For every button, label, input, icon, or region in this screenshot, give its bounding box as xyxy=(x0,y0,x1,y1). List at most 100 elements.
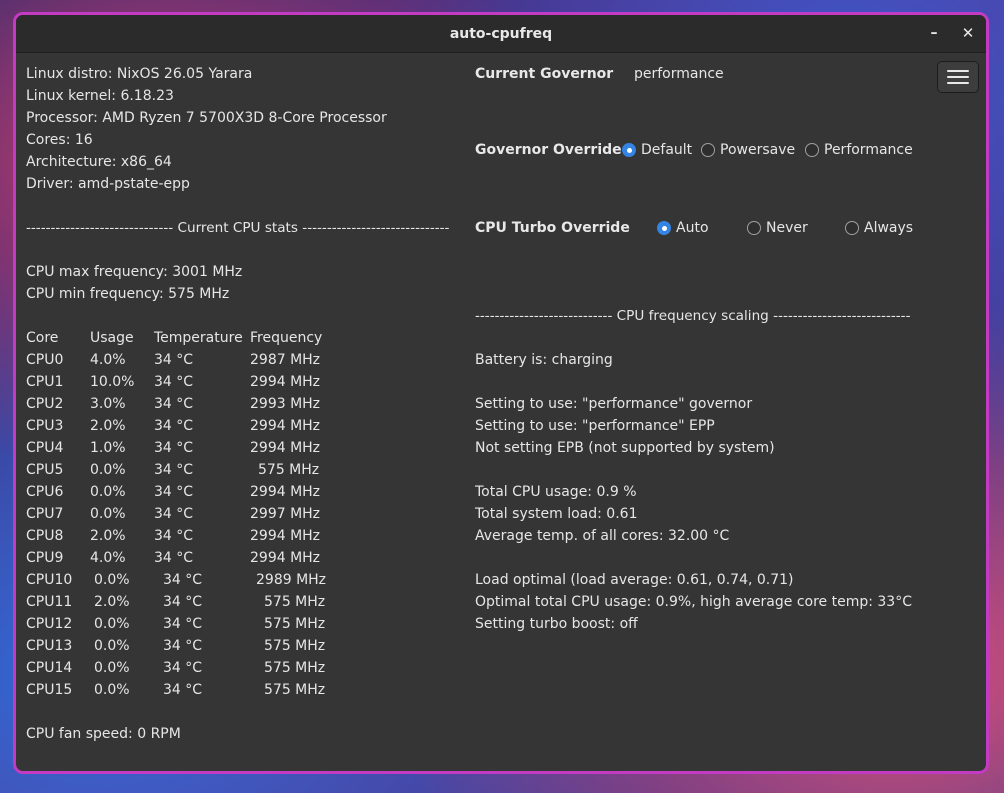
radio-turbo-never[interactable] xyxy=(747,221,761,235)
cell-core: CPU9 xyxy=(26,550,64,566)
cpu-table-body: CPU0 4.0% 34 °C 2987 MHz CPU1 10.0% 34 °C 2994 … xyxy=(26,349,466,701)
cell-frequency: 575 MHz xyxy=(264,682,326,698)
scaling-epb-setting: Not setting EPB (not supported by system… xyxy=(475,440,775,456)
cell-usage: 0.0% xyxy=(94,682,130,698)
radio-turbo-never-label[interactable]: Never xyxy=(766,217,808,239)
cell-frequency: 2994 MHz xyxy=(250,484,321,500)
column-header-usage: Usage xyxy=(90,330,134,346)
radio-governor-powersave[interactable] xyxy=(701,143,715,157)
table-row: CPU13 0.0% 34 °C 575 MHz xyxy=(26,635,466,657)
cell-core: CPU13 xyxy=(26,638,73,654)
cell-temperature: 34 °C xyxy=(163,638,203,654)
cell-frequency: 2994 MHz xyxy=(250,418,321,434)
sysinfo-architecture: Architecture: x86_64 xyxy=(26,154,172,170)
cpu-fan-speed: CPU fan speed: 0 RPM xyxy=(26,726,181,742)
radio-turbo-always[interactable] xyxy=(845,221,859,235)
table-row: CPU11 2.0% 34 °C 575 MHz xyxy=(26,591,466,613)
radio-turbo-auto[interactable] xyxy=(657,221,671,235)
scaling-header: ---------------------------- CPU frequen… xyxy=(475,308,911,324)
cell-usage: 2.0% xyxy=(94,594,130,610)
cell-frequency: 2994 MHz xyxy=(250,528,321,544)
cell-usage: 0.0% xyxy=(90,462,126,478)
cell-frequency: 2994 MHz xyxy=(250,550,321,566)
table-row: CPU1 10.0% 34 °C 2994 MHz xyxy=(26,371,466,393)
radio-governor-performance[interactable] xyxy=(805,143,819,157)
table-row: CPU0 4.0% 34 °C 2987 MHz xyxy=(26,349,466,371)
cell-core: CPU12 xyxy=(26,616,73,632)
app-window: auto-cpufreq – ✕ Linux distro: NixOS 26.… xyxy=(13,12,989,774)
cell-temperature: 34 °C xyxy=(163,660,203,676)
column-header-temperature: Temperature xyxy=(154,330,243,346)
cell-core: CPU5 xyxy=(26,462,64,478)
cell-frequency: 575 MHz xyxy=(264,594,326,610)
cell-core: CPU15 xyxy=(26,682,73,698)
column-header-frequency: Frequency xyxy=(250,330,323,346)
table-header: Core Usage Temperature Frequency xyxy=(26,327,466,349)
cell-temperature: 34 °C xyxy=(163,682,203,698)
cell-frequency: 575 MHz xyxy=(264,616,326,632)
cell-core: CPU8 xyxy=(26,528,64,544)
scaling-governor-setting: Setting to use: "performance" governor xyxy=(475,396,753,412)
total-system-load: Total system load: 0.61 xyxy=(475,506,638,522)
radio-governor-powersave-label[interactable]: Powersave xyxy=(720,139,795,161)
turbo-boost-setting: Setting turbo boost: off xyxy=(475,616,638,632)
cell-core: CPU3 xyxy=(26,418,64,434)
titlebar[interactable]: auto-cpufreq – ✕ xyxy=(16,15,986,53)
battery-status: Battery is: charging xyxy=(475,352,613,368)
cell-frequency: 2987 MHz xyxy=(250,352,321,368)
cell-frequency: 575 MHz xyxy=(258,462,320,478)
cell-frequency: 575 MHz xyxy=(264,638,326,654)
cell-frequency: 2997 MHz xyxy=(250,506,321,522)
cell-temperature: 34 °C xyxy=(154,550,194,566)
minimize-button[interactable]: – xyxy=(922,21,946,45)
optimal-cpu-usage: Optimal total CPU usage: 0.9%, high aver… xyxy=(475,594,912,610)
cell-usage: 0.0% xyxy=(90,506,126,522)
radio-turbo-always-label[interactable]: Always xyxy=(864,217,913,239)
cell-temperature: 34 °C xyxy=(163,572,203,588)
table-row: CPU14 0.0% 34 °C 575 MHz xyxy=(26,657,466,679)
cell-core: CPU10 xyxy=(26,572,73,588)
cell-core: CPU4 xyxy=(26,440,64,456)
close-button[interactable]: ✕ xyxy=(956,21,980,45)
current-governor-label: Current Governor xyxy=(475,66,614,82)
cell-usage: 0.0% xyxy=(94,616,130,632)
cell-usage: 0.0% xyxy=(94,638,130,654)
radio-governor-default-label[interactable]: Default xyxy=(641,139,692,161)
cell-usage: 3.0% xyxy=(90,396,126,412)
radio-governor-performance-label[interactable]: Performance xyxy=(824,139,913,161)
cell-core: CPU0 xyxy=(26,352,64,368)
load-optimal: Load optimal (load average: 0.61, 0.74, … xyxy=(475,572,794,588)
cell-core: CPU1 xyxy=(26,374,64,390)
average-temperature: Average temp. of all cores: 32.00 °C xyxy=(475,528,730,544)
cell-core: CPU14 xyxy=(26,660,73,676)
cell-usage: 0.0% xyxy=(94,660,130,676)
table-row: CPU5 0.0% 34 °C 575 MHz xyxy=(26,459,466,481)
cell-usage: 2.0% xyxy=(90,528,126,544)
cell-core: CPU7 xyxy=(26,506,64,522)
radio-turbo-auto-label[interactable]: Auto xyxy=(676,217,709,239)
cell-frequency: 2994 MHz xyxy=(250,440,321,456)
column-header-core: Core xyxy=(26,330,59,346)
sysinfo-driver: Driver: amd-pstate-epp xyxy=(26,176,190,192)
cell-temperature: 34 °C xyxy=(154,484,194,500)
table-row: CPU10 0.0% 34 °C 2989 MHz xyxy=(26,569,466,591)
cpu-stats-header: ------------------------------ Current C… xyxy=(26,220,450,236)
cell-usage: 10.0% xyxy=(90,374,135,390)
cell-temperature: 34 °C xyxy=(163,594,203,610)
cell-temperature: 34 °C xyxy=(154,440,194,456)
sysinfo-distro: Linux distro: NixOS 26.05 Yarara xyxy=(26,66,253,82)
table-row: CPU8 2.0% 34 °C 2994 MHz xyxy=(26,525,466,547)
hamburger-menu-button[interactable] xyxy=(937,61,979,93)
sysinfo-processor: Processor: AMD Ryzen 7 5700X3D 8-Core Pr… xyxy=(26,110,387,126)
cell-usage: 1.0% xyxy=(90,440,126,456)
cpu-max-frequency: CPU max frequency: 3001 MHz xyxy=(26,264,243,280)
cpu-min-frequency: CPU min frequency: 575 MHz xyxy=(26,286,230,302)
cell-usage: 0.0% xyxy=(94,572,130,588)
cell-frequency: 2994 MHz xyxy=(250,374,321,390)
governor-override-label: Governor Override xyxy=(475,142,622,158)
sysinfo-cores: Cores: 16 xyxy=(26,132,93,148)
cell-core: CPU6 xyxy=(26,484,64,500)
system-info-panel: Linux distro: NixOS 26.05 Yarara Linux k… xyxy=(26,63,466,745)
radio-governor-default[interactable] xyxy=(622,143,636,157)
window-title: auto-cpufreq xyxy=(449,25,553,42)
